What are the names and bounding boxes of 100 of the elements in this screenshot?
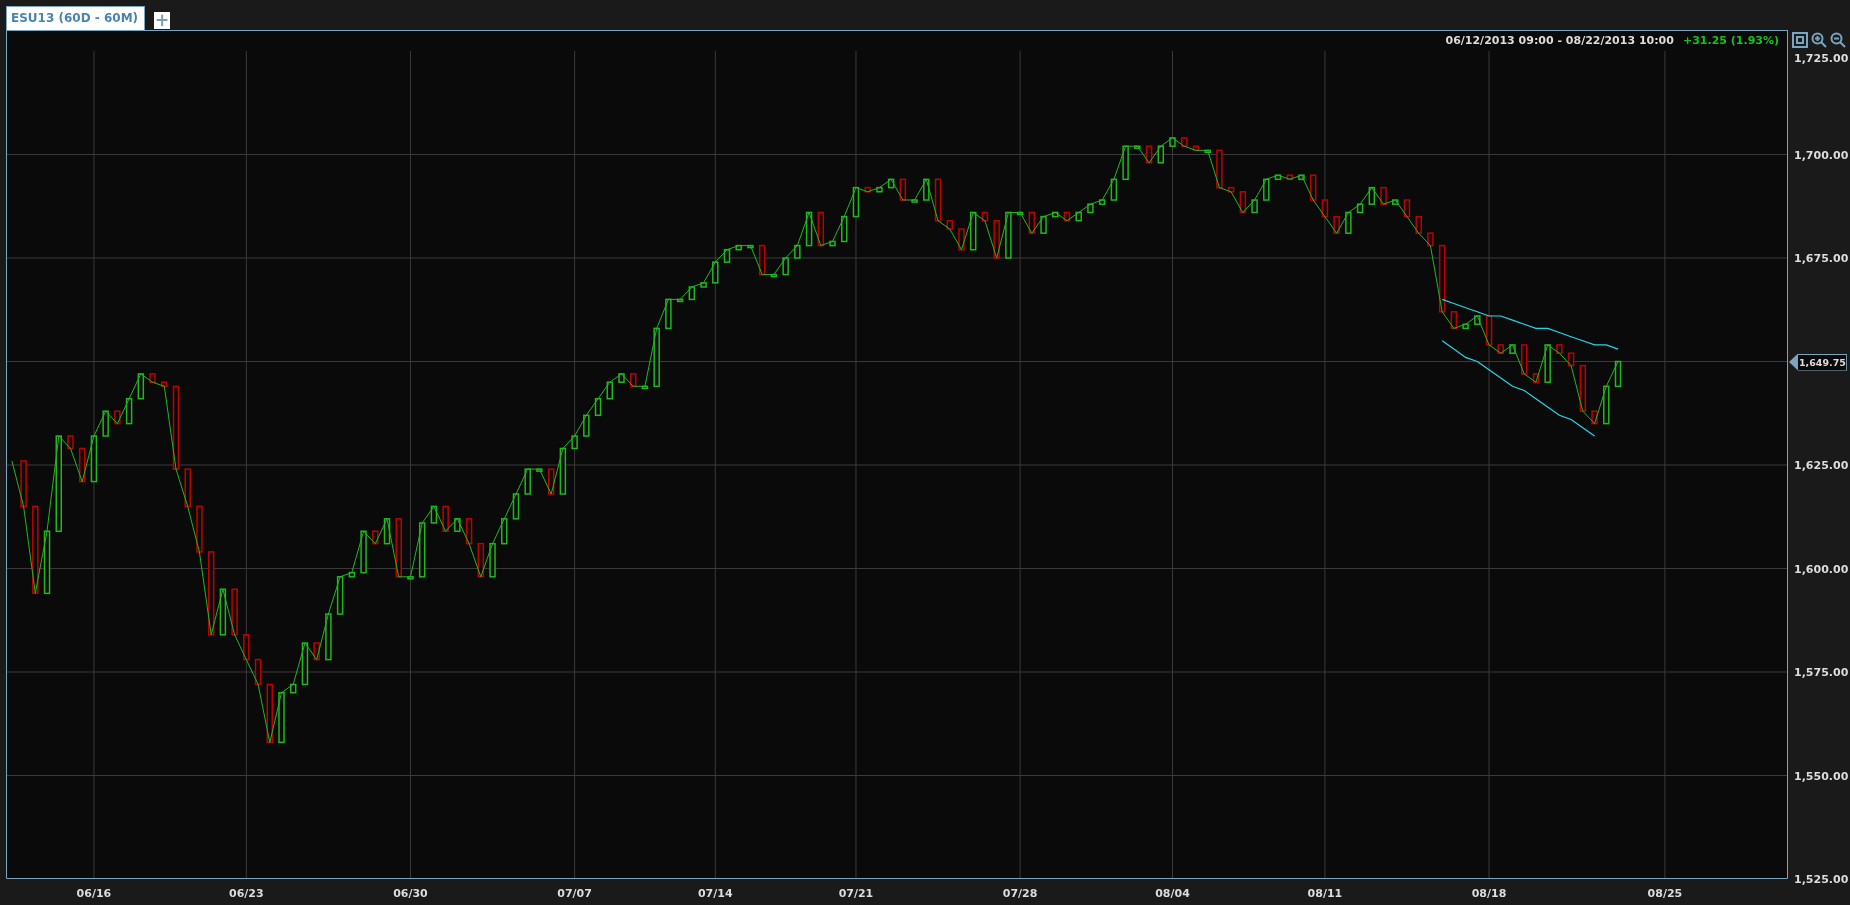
candlestick	[430, 505, 438, 524]
date-axis-label: 07/21	[838, 887, 874, 900]
candlestick	[700, 282, 707, 288]
date-axis-label: 08/18	[1471, 887, 1507, 900]
candlestick	[348, 571, 356, 578]
candlestick	[1134, 145, 1141, 149]
date-axis-label: 07/07	[557, 887, 592, 900]
candlestick	[1087, 203, 1094, 214]
candlestick	[723, 248, 731, 263]
fit-screen-icon[interactable]	[1792, 32, 1808, 48]
date-axis-label: 07/28	[1002, 887, 1038, 900]
candlestick	[313, 642, 320, 661]
candlestick	[1591, 410, 1598, 425]
candlestick	[278, 691, 285, 744]
candlestick	[958, 228, 965, 251]
candlestick	[1075, 211, 1082, 222]
candlestick	[782, 257, 789, 276]
candlestick	[1309, 174, 1317, 201]
zoom-out-icon[interactable]	[1830, 32, 1846, 48]
price-axis-label: 1,550.00	[1794, 769, 1849, 783]
candlestick	[1403, 199, 1411, 218]
candlestick	[1450, 311, 1458, 330]
candlestick	[817, 211, 825, 247]
candlestick	[219, 588, 227, 636]
candlestick	[911, 199, 918, 203]
zoom-in-icon[interactable]	[1811, 32, 1827, 48]
chart-tab[interactable]: ESU13 (60D - 60M)	[6, 6, 146, 30]
price-change: +31.25 (1.93%)	[1682, 32, 1779, 49]
candlestick	[1579, 364, 1587, 412]
candlestick	[1005, 211, 1012, 259]
candlestick	[1333, 215, 1340, 234]
candlestick	[184, 468, 191, 508]
candlestick	[477, 542, 485, 578]
price-axis-label: 1,700.00	[1794, 148, 1849, 162]
candlestick	[946, 220, 953, 230]
candlestick	[489, 542, 496, 578]
candlestick	[1544, 344, 1551, 383]
candlestick	[1345, 211, 1352, 234]
candlestick	[536, 468, 543, 472]
candlestick	[1063, 211, 1071, 222]
candlestick	[125, 398, 133, 425]
date-range: 06/12/2013 09:00 - 08/22/2013 10:00	[1445, 32, 1674, 49]
candlestick	[1251, 199, 1258, 214]
candlestick	[1427, 232, 1434, 247]
candlestick	[805, 211, 813, 247]
candlestick	[301, 642, 309, 686]
price-axis-label: 1,525.00	[1794, 873, 1849, 886]
candlestick	[1392, 199, 1399, 205]
candlestick	[794, 244, 801, 259]
candlestick	[1556, 344, 1563, 354]
candlestick	[1239, 191, 1247, 214]
last-price-label: 1,649.75	[1789, 353, 1847, 371]
candlestick	[618, 373, 625, 383]
candlestick	[325, 613, 332, 661]
add-tab-button[interactable]: +	[154, 12, 171, 29]
candlestick	[653, 327, 660, 388]
candlestick	[1227, 186, 1235, 193]
candlestick	[102, 410, 109, 437]
date-axis-label: 08/11	[1307, 887, 1343, 900]
candlestick	[114, 410, 121, 425]
candlestick	[1321, 199, 1329, 218]
candlestick	[1122, 145, 1129, 181]
candlestick	[501, 518, 508, 545]
candlestick	[934, 178, 942, 222]
date-axis-label: 08/04	[1155, 887, 1190, 900]
candlestick	[1028, 211, 1036, 234]
date-axis-label: 06/30	[393, 887, 428, 900]
candlestick	[770, 273, 778, 278]
candlestick	[1145, 145, 1153, 164]
candlestick	[465, 518, 473, 545]
candlestick	[418, 522, 426, 578]
candlestick	[372, 530, 379, 545]
candlestick	[1368, 186, 1376, 205]
candlestick	[67, 435, 74, 450]
candlestick	[1438, 244, 1446, 313]
candlestick	[899, 178, 907, 201]
candlestick	[1016, 211, 1024, 216]
candlestick	[629, 373, 637, 388]
candlestick	[559, 447, 567, 495]
candlestick	[583, 414, 590, 437]
candlestick	[712, 261, 719, 284]
candlestick	[841, 215, 848, 243]
candlestick	[1157, 145, 1165, 164]
candlestick	[606, 381, 613, 400]
candlestick	[43, 530, 51, 595]
candlestick	[336, 576, 344, 615]
price-axis-label: 1,625.00	[1794, 459, 1849, 472]
candlestick	[594, 398, 602, 417]
candlestick	[454, 518, 461, 532]
candlestick	[196, 505, 203, 553]
candlestick	[1614, 360, 1622, 388]
price-axis-label: 1,725.00	[1794, 52, 1849, 65]
candlestick	[1567, 352, 1575, 367]
candlestick	[20, 460, 27, 508]
candlestick	[676, 298, 684, 303]
candlestick	[524, 468, 531, 495]
candlestick	[1040, 215, 1047, 234]
date-axis-label: 07/14	[697, 887, 733, 900]
candlestick	[641, 385, 649, 390]
price-axis-label: 1,675.00	[1794, 252, 1849, 265]
